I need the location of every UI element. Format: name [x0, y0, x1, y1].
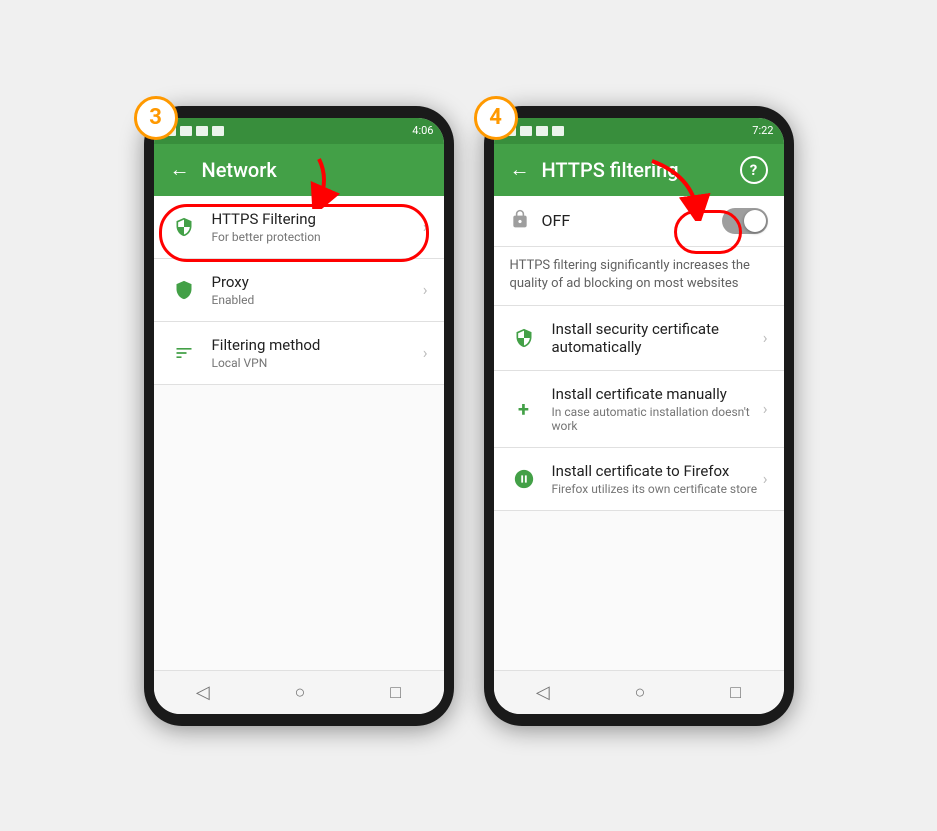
- step3-badge: 3: [134, 96, 178, 140]
- screen4-content: OFF HTTPS filtering significantly increa…: [494, 196, 784, 670]
- help-button-4[interactable]: ?: [740, 156, 768, 184]
- install-cert-manual-icon: +: [510, 395, 538, 423]
- install-cert-auto-title: Install security certificate automatical…: [552, 320, 763, 356]
- https-description: HTTPS filtering significantly increases …: [494, 247, 784, 306]
- install-cert-firefox-text: Install certificate to Firefox Firefox u…: [552, 462, 763, 496]
- install-cert-auto-chevron: ›: [763, 328, 768, 347]
- download-icon-4: [520, 126, 532, 136]
- install-cert-manual-title: Install certificate manually: [552, 385, 763, 403]
- filtering-method-text: Filtering method Local VPN: [212, 336, 423, 370]
- recents-nav-4[interactable]: □: [730, 682, 741, 703]
- off-label: OFF: [542, 211, 722, 230]
- phone3: 4:06 ← Network HTTPS Filtering For bette…: [144, 106, 454, 726]
- proxy-title: Proxy: [212, 273, 423, 291]
- install-cert-auto-item[interactable]: Install security certificate automatical…: [494, 306, 784, 371]
- https-filtering-item[interactable]: HTTPS Filtering For better protection ›: [154, 196, 444, 259]
- https-filtering-text: HTTPS Filtering For better protection: [212, 210, 423, 244]
- back-button-3[interactable]: ←: [170, 157, 190, 182]
- shield-icon-4: [536, 126, 548, 136]
- install-cert-manual-chevron: ›: [763, 399, 768, 418]
- bottom-nav-3: ◁ ○ □: [154, 670, 444, 714]
- filtering-method-icon: [170, 339, 198, 367]
- recents-nav-3[interactable]: □: [390, 682, 401, 703]
- filtering-method-title: Filtering method: [212, 336, 423, 354]
- status-bar-4: 7:22: [494, 118, 784, 144]
- step4-container: 4 7:22 ← HTTPS filtering ?: [484, 106, 794, 726]
- filtering-method-chevron: ›: [423, 343, 428, 362]
- install-cert-firefox-icon: [510, 465, 538, 493]
- app-bar-4: ← HTTPS filtering ?: [494, 144, 784, 196]
- filtering-method-item[interactable]: Filtering method Local VPN ›: [154, 322, 444, 385]
- signal-icon: [180, 126, 192, 136]
- proxy-item[interactable]: Proxy Enabled ›: [154, 259, 444, 322]
- https-filtering-chevron: ›: [423, 217, 428, 236]
- app-bar-3: ← Network: [154, 144, 444, 196]
- install-cert-manual-item[interactable]: + Install certificate manually In case a…: [494, 371, 784, 448]
- step3-container: 3 4:06 ← Network: [144, 106, 454, 726]
- install-cert-auto-text: Install security certificate automatical…: [552, 320, 763, 356]
- install-cert-manual-text: Install certificate manually In case aut…: [552, 385, 763, 433]
- install-cert-firefox-chevron: ›: [763, 469, 768, 488]
- install-cert-firefox-item[interactable]: Install certificate to Firefox Firefox u…: [494, 448, 784, 511]
- lock-icon-4: [510, 209, 530, 233]
- battery-icon-4: [552, 126, 564, 136]
- install-cert-firefox-subtitle: Firefox utilizes its own certificate sto…: [552, 482, 763, 496]
- filtering-method-subtitle: Local VPN: [212, 356, 423, 370]
- status-bar-3: 4:06: [154, 118, 444, 144]
- back-nav-4[interactable]: ◁: [536, 682, 550, 703]
- proxy-icon: [170, 276, 198, 304]
- install-cert-firefox-title: Install certificate to Firefox: [552, 462, 763, 480]
- status-time-3: 4:06: [412, 124, 433, 137]
- proxy-subtitle: Enabled: [212, 293, 423, 307]
- toggle-switch[interactable]: [722, 208, 768, 234]
- install-cert-auto-icon: [510, 324, 538, 352]
- proxy-text: Proxy Enabled: [212, 273, 423, 307]
- phone4-screen: 7:22 ← HTTPS filtering ? OFF: [494, 118, 784, 714]
- screen3-content: HTTPS Filtering For better protection › …: [154, 196, 444, 670]
- https-filtering-title: HTTPS Filtering: [212, 210, 423, 228]
- home-nav-4[interactable]: ○: [635, 682, 646, 703]
- status-time-4: 7:22: [752, 124, 773, 137]
- https-filtering-icon: [170, 213, 198, 241]
- home-nav-3[interactable]: ○: [295, 682, 306, 703]
- https-filtering-subtitle: For better protection: [212, 230, 423, 244]
- app-title-4: HTTPS filtering: [542, 158, 728, 182]
- install-cert-manual-subtitle: In case automatic installation doesn't w…: [552, 405, 763, 433]
- vpn-icon: [196, 126, 208, 136]
- phone4: 7:22 ← HTTPS filtering ? OFF: [484, 106, 794, 726]
- step4-badge: 4: [474, 96, 518, 140]
- bottom-nav-4: ◁ ○ □: [494, 670, 784, 714]
- back-nav-3[interactable]: ◁: [196, 682, 210, 703]
- back-button-4[interactable]: ←: [510, 157, 530, 182]
- app-title-3: Network: [202, 158, 428, 182]
- proxy-chevron: ›: [423, 280, 428, 299]
- plus-icon: +: [518, 397, 529, 421]
- phone3-screen: 4:06 ← Network HTTPS Filtering For bette…: [154, 118, 444, 714]
- off-toggle-row[interactable]: OFF: [494, 196, 784, 247]
- battery-icon: [212, 126, 224, 136]
- toggle-knob: [744, 210, 766, 232]
